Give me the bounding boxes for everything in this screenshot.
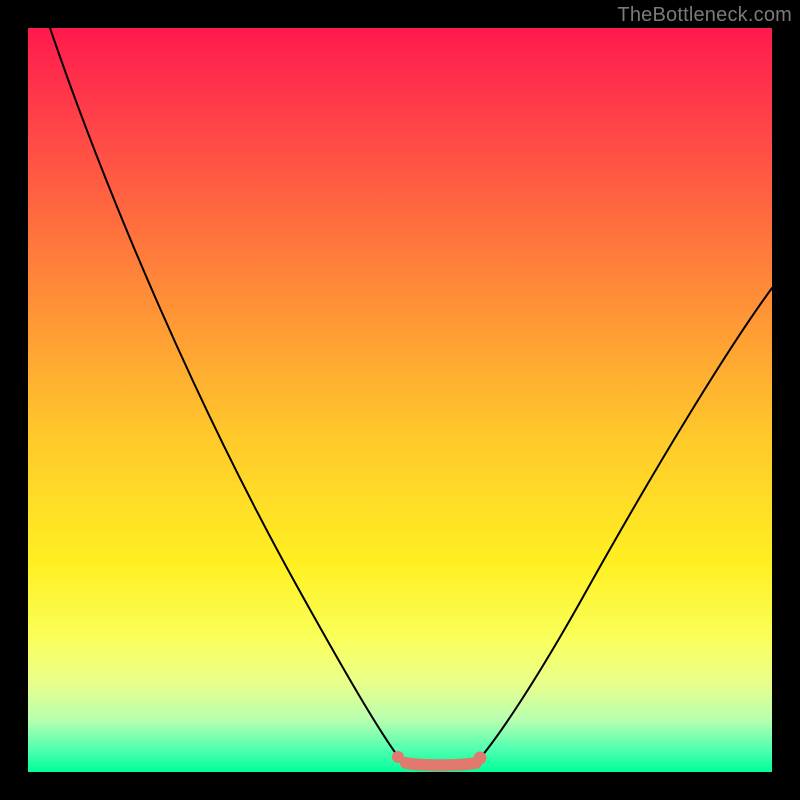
flat-segment-end-dot [474,752,487,765]
left-branch-curve [50,28,403,763]
flat-bottom-segment [406,763,476,765]
chart-svg [28,28,772,772]
right-branch-curve [476,288,772,763]
watermark-text: TheBottleneck.com [617,4,792,27]
chart-plot-area [28,28,772,772]
